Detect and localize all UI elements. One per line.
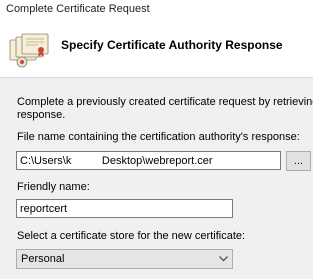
description-line-1: Complete a previously created certificat… [17, 96, 313, 108]
browse-button[interactable]: ... [286, 151, 311, 171]
certificate-store-value: Personal [21, 253, 65, 265]
window-title: Complete Certificate Request [6, 3, 150, 15]
file-name-input[interactable] [16, 151, 281, 170]
friendly-name-label: Friendly name: [17, 181, 90, 193]
wizard-body: Complete a previously created certificat… [0, 78, 313, 279]
friendly-name-input[interactable] [16, 199, 233, 218]
header-title: Specify Certificate Authority Response [61, 38, 283, 52]
certificate-store-label: Select a certificate store for the new c… [17, 230, 246, 242]
certificate-store-select[interactable]: Personal [16, 249, 233, 269]
certificate-stack-icon [9, 33, 49, 68]
chevron-down-icon [219, 256, 228, 262]
description-text: Complete a previously created certificat… [17, 96, 313, 122]
wizard-header: Specify Certificate Authority Response [0, 22, 313, 77]
file-name-label: File name containing the certification a… [17, 131, 300, 143]
complete-certificate-request-window: Complete Certificate Request Specify Cer… [0, 0, 313, 279]
description-line-2: response. [17, 109, 66, 121]
